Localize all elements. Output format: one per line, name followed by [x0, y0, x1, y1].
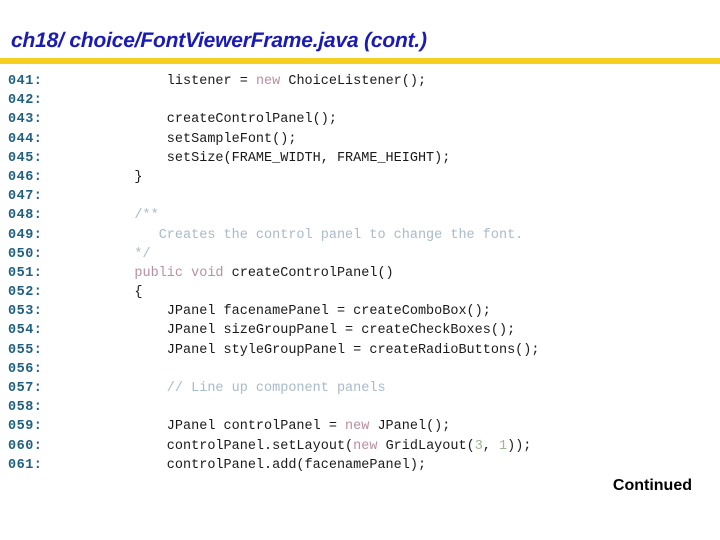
- code-token-comment: Creates the control panel to change the …: [102, 227, 524, 243]
- code-token-comment: */: [102, 246, 151, 262]
- code-line-number: 051:: [8, 265, 43, 281]
- code-token-plain: GridLayout(: [377, 438, 475, 454]
- code-token-plain: listener =: [102, 74, 256, 89]
- code-line: 061: controlPanel.add(facenamePanel);: [0, 456, 720, 475]
- slide-header: ch18/ choice/FontViewerFrame.java (cont.…: [0, 0, 720, 64]
- code-line-number: 060:: [8, 438, 43, 454]
- code-token-plain: JPanel();: [369, 419, 451, 435]
- code-line-number: 057:: [8, 381, 43, 396]
- code-line: 045: setSize(FRAME_WIDTH, FRAME_HEIGHT);: [0, 149, 720, 168]
- code-line: 051: public void createControlPanel(): [0, 264, 720, 283]
- code-token-comment: /**: [102, 208, 159, 224]
- code-line-number: 059:: [8, 419, 43, 435]
- code-line-text: controlPanel.add(facenamePanel);: [102, 458, 426, 473]
- code-line-text: JPanel sizeGroupPanel = createCheckBoxes…: [102, 323, 515, 338]
- code-line: 058:: [0, 398, 720, 417]
- code-line-number: 047:: [8, 189, 43, 205]
- code-line-text: JPanel facenamePanel = createComboBox();: [102, 304, 491, 319]
- code-token-keyword: new: [353, 438, 378, 454]
- code-token-plain: {: [102, 285, 143, 301]
- code-token-plain: ,: [482, 438, 499, 454]
- code-line-number: 044:: [8, 131, 43, 147]
- code-line: 044: setSampleFont();: [0, 130, 720, 149]
- continued-label: Continued: [612, 477, 692, 494]
- code-line: 052: {: [0, 283, 720, 302]
- code-line-number: 048:: [8, 208, 43, 224]
- code-token-plain: JPanel controlPanel =: [102, 419, 346, 435]
- code-token-plain: ChoiceListener();: [280, 74, 427, 89]
- code-token-comment: // Line up component panels: [102, 381, 386, 396]
- code-line-text: setSize(FRAME_WIDTH, FRAME_HEIGHT);: [102, 150, 451, 166]
- code-token-plain: controlPanel.setLayout(: [102, 438, 354, 454]
- code-line-text: // Line up component panels: [102, 381, 386, 396]
- code-token-plain: setSize(FRAME_WIDTH, FRAME_HEIGHT);: [102, 150, 451, 166]
- code-line: 049: Creates the control panel to change…: [0, 226, 720, 245]
- code-token-plain: ));: [507, 438, 532, 454]
- code-token-number: 1: [499, 438, 508, 454]
- code-token-plain: JPanel styleGroupPanel = createRadioButt…: [102, 342, 540, 358]
- code-token-plain: JPanel sizeGroupPanel = createCheckBoxes…: [102, 323, 516, 339]
- code-line-number: 049:: [8, 227, 43, 243]
- code-token-number: 3: [474, 438, 483, 454]
- code-token-plain: }: [102, 169, 143, 185]
- code-line-number: 043:: [8, 112, 43, 128]
- code-line: 047:: [0, 187, 720, 206]
- code-line-number: 058:: [8, 400, 43, 416]
- code-line: 046: }: [0, 168, 720, 187]
- code-line: 043: createControlPanel();: [0, 110, 720, 129]
- code-line-text: */: [102, 246, 151, 262]
- code-line-number: 052:: [8, 285, 43, 301]
- code-line-text: controlPanel.setLayout(new GridLayout(3,…: [102, 438, 532, 454]
- code-line-number: 050:: [8, 246, 43, 262]
- code-line-number: 042:: [8, 93, 43, 109]
- code-line-text: createControlPanel();: [102, 112, 337, 127]
- code-line: 041: listener = new ChoiceListener();: [0, 72, 720, 91]
- code-line-text: {: [102, 285, 143, 301]
- code-line-number: 061:: [8, 457, 43, 473]
- code-line-number: 045:: [8, 150, 43, 166]
- code-line-text: JPanel controlPanel = new JPanel();: [102, 419, 451, 435]
- code-line-number: 056:: [8, 361, 43, 377]
- title-divider-rule: [0, 58, 720, 64]
- code-line: 056:: [0, 360, 720, 379]
- code-line: 059: JPanel controlPanel = new JPanel();: [0, 417, 720, 436]
- code-line: 048: /**: [0, 206, 720, 225]
- code-line: 054: JPanel sizeGroupPanel = createCheck…: [0, 321, 720, 340]
- code-token-keyword: public void: [134, 265, 224, 281]
- code-line-number: 041:: [8, 74, 43, 89]
- code-token-plain: createControlPanel();: [102, 112, 337, 128]
- code-line-number: 055:: [8, 342, 43, 358]
- code-line-text: /**: [102, 208, 159, 224]
- code-line-text: public void createControlPanel(): [102, 265, 394, 281]
- code-token-plain: JPanel facenamePanel = createComboBox();: [102, 304, 491, 320]
- code-token-plain: createControlPanel(): [223, 265, 394, 281]
- code-line: 042:: [0, 91, 720, 110]
- code-line-number: 046:: [8, 169, 43, 185]
- code-line-text: listener = new ChoiceListener();: [102, 74, 426, 89]
- code-line-text: Creates the control panel to change the …: [102, 227, 524, 243]
- code-line: 060: controlPanel.setLayout(new GridLayo…: [0, 437, 720, 456]
- code-line: 057: // Line up component panels: [0, 379, 720, 398]
- code-token-keyword: new: [345, 419, 370, 435]
- code-token-plain: controlPanel.add(facenamePanel);: [102, 457, 427, 473]
- code-token-keyword: new: [255, 74, 281, 89]
- code-listing: 041: listener = new ChoiceListener(); 042…: [0, 72, 720, 475]
- page-title: ch18/ choice/FontViewerFrame.java (cont.…: [10, 29, 428, 52]
- code-line-text: JPanel styleGroupPanel = createRadioButt…: [102, 342, 540, 358]
- code-token-plain: setSampleFont();: [102, 131, 297, 147]
- code-line: 055: JPanel styleGroupPanel = createRadi…: [0, 341, 720, 360]
- code-line-text: setSampleFont();: [102, 131, 297, 147]
- code-line-text: }: [102, 169, 143, 185]
- code-line-number: 053:: [8, 304, 43, 320]
- code-line: 053: JPanel facenamePanel = createComboB…: [0, 302, 720, 321]
- code-line: 050: */: [0, 245, 720, 264]
- code-line-number: 054:: [8, 323, 43, 339]
